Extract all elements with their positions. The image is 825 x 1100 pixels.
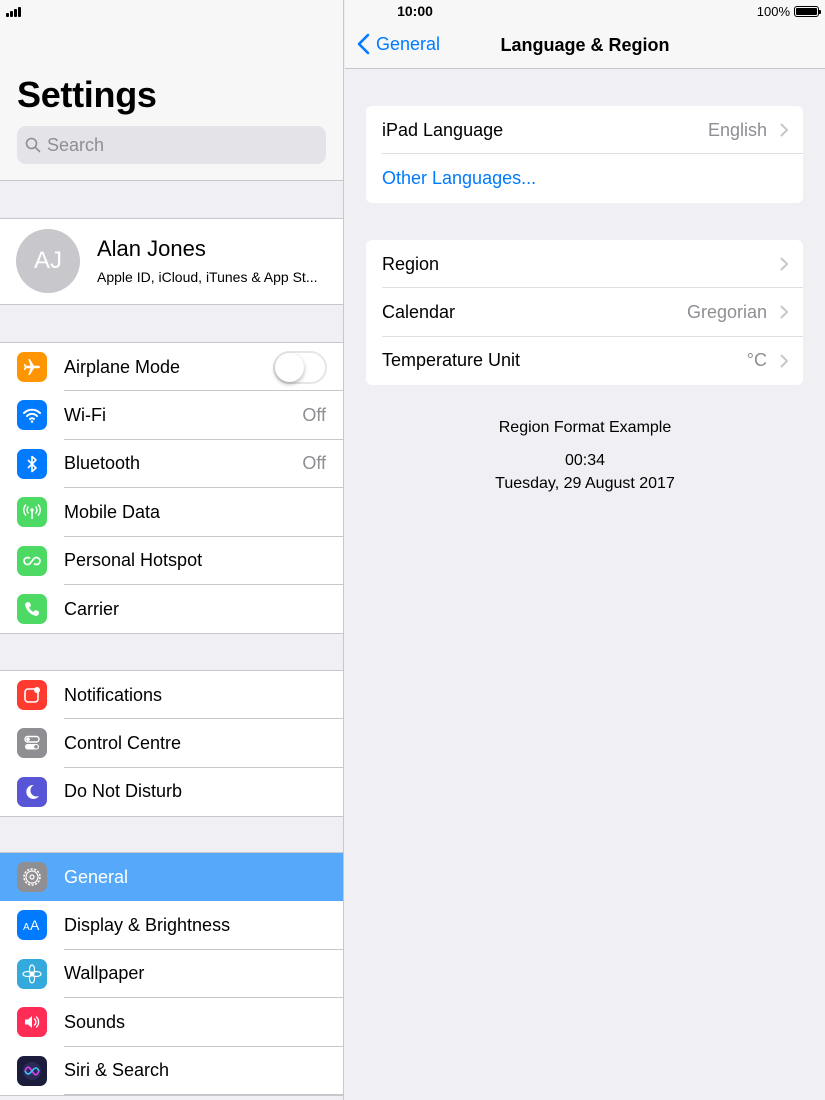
search-field[interactable]: [17, 126, 326, 164]
page-title: Settings: [17, 74, 157, 115]
temperature-unit-row[interactable]: Temperature Unit °C: [366, 337, 803, 385]
region-row[interactable]: Region: [366, 240, 803, 289]
language-section: iPad Language English Other Languages...: [366, 106, 803, 203]
wifi-status-value: Off: [302, 405, 326, 426]
sidebar-item-label: Personal Hotspot: [64, 550, 203, 571]
profile-name: Alan Jones: [97, 236, 206, 261]
svg-text:A: A: [30, 917, 40, 933]
chevron-right-icon: [780, 123, 788, 137]
airplane-icon: [17, 352, 47, 382]
sidebar-item-do-not-disturb[interactable]: Do Not Disturb: [0, 768, 343, 816]
sidebar-item-label: Do Not Disturb: [64, 781, 183, 802]
apple-id-profile-row[interactable]: AJ Alan Jones Apple ID, iCloud, iTunes &…: [0, 218, 343, 305]
moon-icon: [17, 776, 47, 807]
siri-icon: [17, 1055, 47, 1086]
region-section: Region Calendar Gregorian Temperature Un…: [366, 240, 803, 386]
status-time: 10:00: [397, 3, 433, 19]
svg-text:A: A: [23, 922, 30, 933]
bluetooth-icon: [17, 448, 47, 479]
other-languages-link[interactable]: Other Languages...: [366, 154, 803, 202]
row-label: iPad Language: [382, 119, 504, 140]
row-label: Region: [382, 253, 440, 274]
sidebar-item-mobile-data[interactable]: Mobile Data: [0, 488, 343, 537]
row-value: English: [707, 119, 767, 140]
sidebar-item-label: Mobile Data: [64, 501, 161, 522]
sidebar-item-label: Carrier: [64, 598, 120, 619]
notifications-icon: [17, 680, 47, 710]
ipad-language-row[interactable]: iPad Language English: [366, 106, 803, 155]
sidebar-item-control-centre[interactable]: Control Centre: [0, 719, 343, 768]
page-title: Language & Region: [500, 35, 670, 55]
chevron-right-icon: [780, 305, 788, 319]
toggle-knob: [275, 353, 304, 382]
antenna-icon: [17, 497, 47, 528]
sidebar-item-sounds[interactable]: Sounds: [0, 998, 343, 1047]
wifi-icon: [17, 400, 47, 431]
sidebar-item-carrier[interactable]: Carrier: [0, 585, 343, 633]
airplane-mode-toggle[interactable]: [273, 351, 327, 384]
search-input[interactable]: [47, 134, 317, 156]
sidebar-item-siri-search[interactable]: Siri & Search: [0, 1047, 343, 1095]
chevron-right-icon: [780, 257, 788, 271]
calendar-row[interactable]: Calendar Gregorian: [366, 288, 803, 337]
battery-percent: 100%: [756, 4, 790, 19]
general-group: General AA Display & Brightness Wallpape…: [0, 852, 343, 1096]
phone-icon: [17, 593, 47, 624]
settings-sidebar: Settings AJ Alan Jones Apple ID, iCloud,…: [0, 0, 344, 1100]
notifications-group: Notifications Control Centre Do Not Dist…: [0, 670, 343, 818]
bluetooth-status-value: Off: [302, 453, 326, 474]
gear-icon: [17, 862, 47, 892]
row-label: Temperature Unit: [382, 350, 521, 371]
region-format-example-time: 00:34: [564, 452, 606, 469]
sidebar-item-label: Sounds: [64, 1011, 126, 1032]
row-label: Calendar: [382, 302, 456, 323]
sidebar-item-airplane-mode[interactable]: Airplane Mode: [0, 343, 343, 392]
sidebar-item-label: Bluetooth: [64, 453, 141, 474]
row-label: Other Languages...: [382, 168, 537, 189]
sidebar-item-display-brightness[interactable]: AA Display & Brightness: [0, 901, 343, 950]
sidebar-item-general[interactable]: General: [0, 853, 343, 902]
sidebar-item-label: Wallpaper: [64, 963, 145, 984]
battery-icon: [794, 6, 821, 17]
search-icon: [25, 137, 41, 153]
sidebar-item-bluetooth[interactable]: Bluetooth Off: [0, 440, 343, 489]
sidebar-item-label: Siri & Search: [64, 1060, 170, 1081]
sidebar-header: Settings: [0, 0, 343, 181]
sidebar-item-notifications[interactable]: Notifications: [0, 671, 343, 720]
sidebar-item-wifi[interactable]: Wi-Fi Off: [0, 391, 343, 440]
region-format-example-title: Region Format Example: [498, 419, 672, 436]
row-value: Gregorian: [686, 302, 767, 323]
sidebar-item-label: Wi-Fi: [64, 405, 106, 426]
sidebar-item-label: Control Centre: [64, 733, 182, 754]
profile-subtitle: Apple ID, iCloud, iTunes & App St...: [97, 269, 318, 285]
hotspot-icon: [17, 545, 47, 576]
speaker-icon: [17, 1007, 47, 1038]
chevron-right-icon: [780, 354, 788, 368]
sidebar-item-label: General: [64, 866, 129, 887]
connectivity-group: Airplane Mode Wi-Fi Off Bluetooth Off Mo…: [0, 342, 343, 635]
sidebar-item-label: Airplane Mode: [64, 356, 181, 377]
sidebar-item-personal-hotspot[interactable]: Personal Hotspot: [0, 537, 343, 585]
sidebar-item-label: Notifications: [64, 684, 163, 705]
battery-indicator: 100%: [756, 4, 821, 19]
avatar: AJ: [16, 229, 80, 293]
sidebar-item-label: Display & Brightness: [64, 915, 231, 936]
signal-strength-icon: [6, 7, 21, 17]
display-brightness-icon: AA: [17, 910, 47, 941]
row-value: °C: [746, 350, 767, 371]
wallpaper-icon: [17, 958, 47, 989]
sidebar-item-wallpaper[interactable]: Wallpaper: [0, 950, 343, 999]
navigation-bar: 10:00 100% General Language & Region: [345, 0, 825, 69]
detail-pane: 10:00 100% General Language & Region iPa…: [345, 0, 825, 1100]
control-centre-icon: [17, 728, 47, 759]
region-format-example-date: Tuesday, 29 August 2017: [495, 475, 675, 492]
